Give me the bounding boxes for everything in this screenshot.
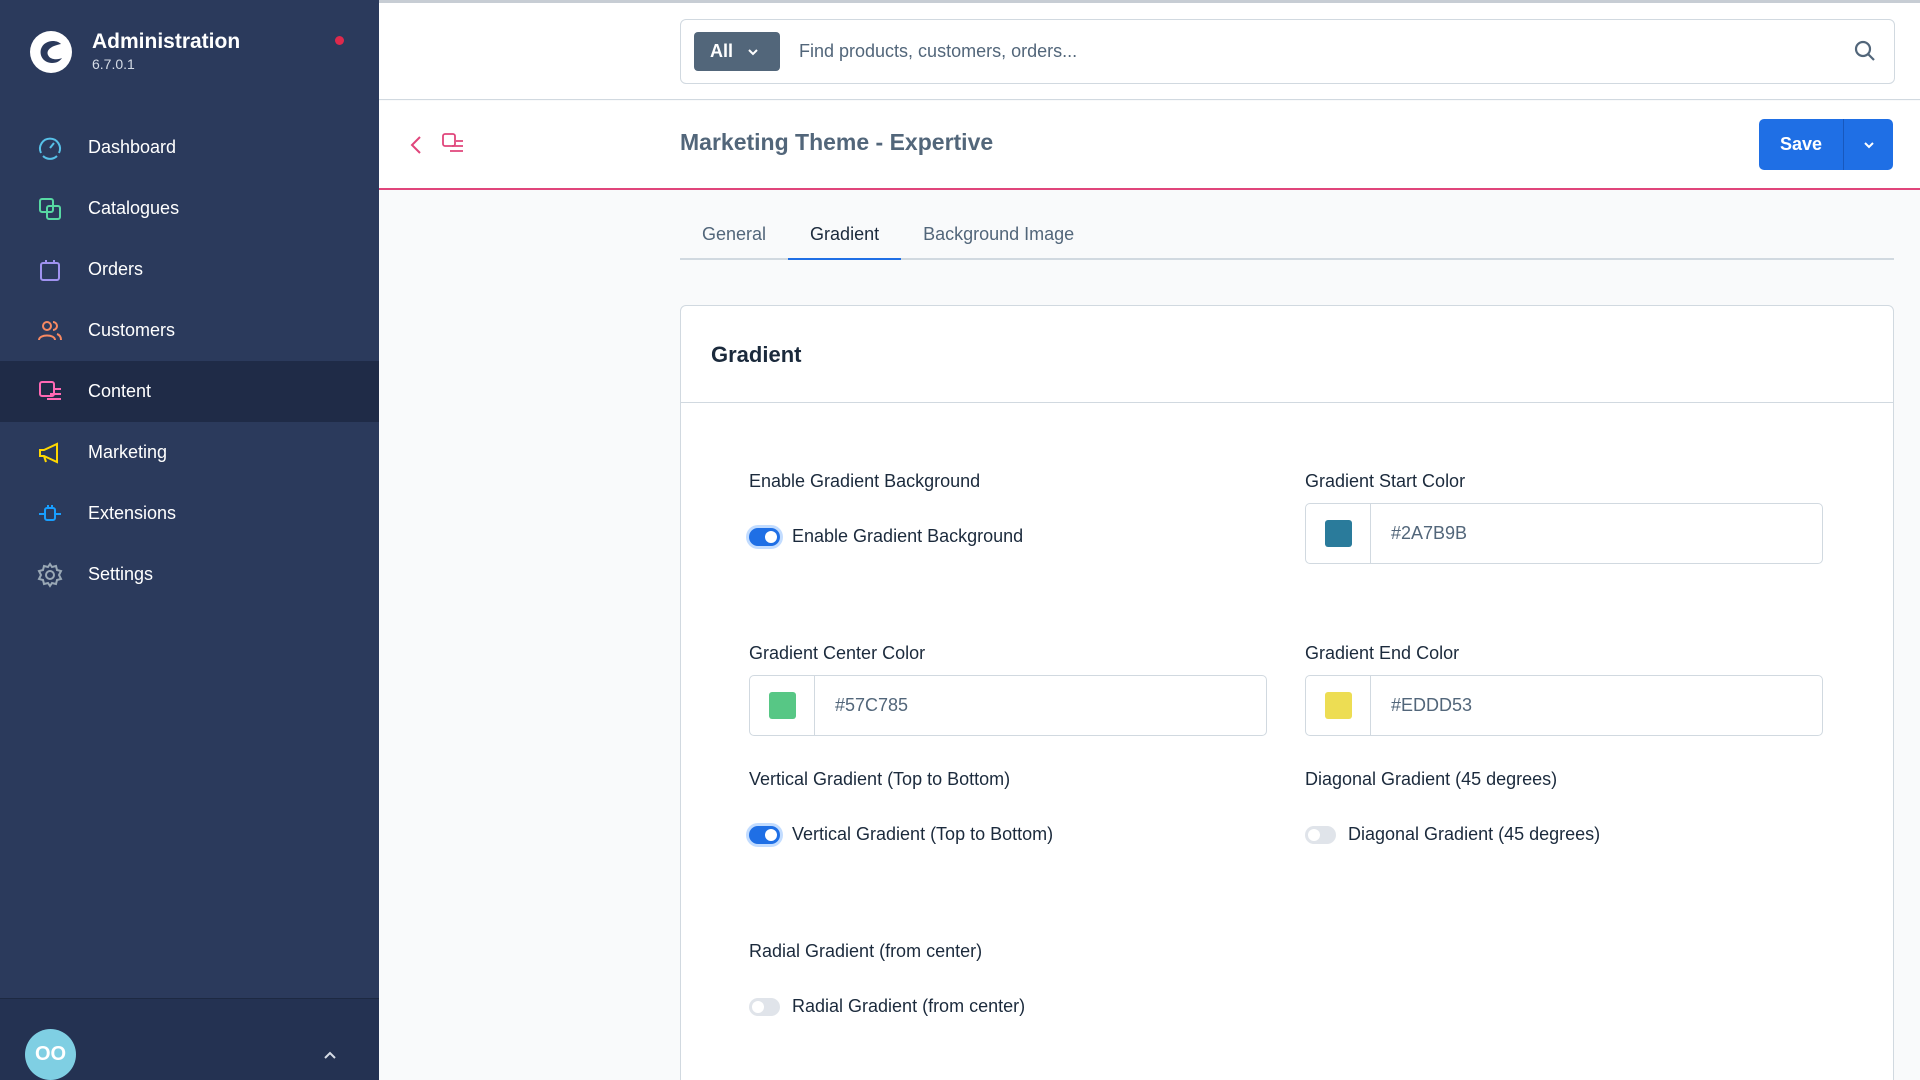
content-icon [36, 378, 64, 406]
save-options-button[interactable] [1843, 119, 1893, 170]
enable-gradient-label: Enable Gradient Background [749, 471, 981, 491]
radial-gradient-toggle[interactable] [749, 997, 780, 1016]
diagonal-gradient-toggle[interactable] [1305, 825, 1336, 844]
toggle-knob [752, 1000, 764, 1013]
toggle-knob [765, 530, 777, 543]
radial-gradient-label: Radial Gradient (from center) [749, 941, 983, 961]
search-input[interactable] [799, 30, 1799, 72]
marketing-icon [36, 439, 64, 467]
radial-gradient-switch-row: Radial Gradient (from center) [749, 996, 1025, 1017]
color-swatch-button[interactable] [1306, 504, 1371, 563]
page-title: Marketing Theme - Expertive [680, 129, 994, 155]
sidebar-footer: OO [0, 998, 379, 1080]
nav-item-marketing[interactable]: Marketing [0, 422, 379, 483]
radial-gradient-switch-label: Radial Gradient (from center) [792, 996, 1026, 1016]
app-title: Administration [92, 30, 241, 53]
end-color-field[interactable]: #EDDD53 [1305, 675, 1823, 736]
vertical-gradient-toggle[interactable] [749, 825, 780, 844]
sidebar: Administration 6.7.0.1 Dashboard Catalog… [0, 0, 379, 1080]
enable-gradient-toggle[interactable] [749, 527, 780, 546]
content-icon [442, 133, 463, 152]
diagonal-gradient-label: Diagonal Gradient (45 degrees) [1305, 769, 1558, 789]
nav-label: Settings [88, 564, 154, 584]
gradient-card: Gradient Enable Gradient Background Enab… [680, 305, 1894, 1080]
global-search: All [680, 19, 1895, 84]
color-swatch [768, 692, 796, 719]
nav-label: Marketing [88, 442, 168, 462]
end-color-value[interactable]: #EDDD53 [1371, 676, 1472, 735]
nav-label: Content [88, 381, 152, 401]
diagonal-gradient-switch-label: Diagonal Gradient (45 degrees) [1348, 824, 1601, 844]
color-swatch [1324, 520, 1352, 547]
chevron-up-icon[interactable] [322, 1047, 338, 1063]
dashboard-icon [36, 134, 64, 162]
shopware-logo-icon[interactable] [28, 30, 74, 74]
vertical-gradient-label: Vertical Gradient (Top to Bottom) [749, 769, 1011, 789]
search-type-label: All [710, 41, 734, 61]
customers-icon [36, 317, 64, 345]
color-swatch-button[interactable] [750, 676, 815, 735]
nav-item-catalogues[interactable]: Catalogues [0, 178, 379, 239]
search-type-select[interactable]: All [694, 32, 780, 71]
tab-general[interactable]: General [680, 214, 788, 260]
card-header: Gradient [681, 306, 1893, 403]
nav-label: Orders [88, 259, 144, 279]
nav-label: Dashboard [88, 137, 177, 157]
settings-icon [36, 561, 64, 589]
nav-label: Customers [88, 320, 176, 340]
main-nav: Dashboard Catalogues Orders Customers Co… [0, 117, 379, 605]
start-color-label: Gradient Start Color [1305, 471, 1466, 491]
orders-icon [36, 256, 64, 284]
tab-gradient[interactable]: Gradient [788, 214, 902, 260]
vertical-gradient-switch-row: Vertical Gradient (Top to Bottom) [749, 824, 1053, 845]
save-button[interactable]: Save [1759, 119, 1843, 170]
enable-gradient-switch-label: Enable Gradient Background [792, 526, 1024, 546]
tabs: General Gradient Background Image [680, 214, 1894, 260]
smart-bar: Marketing Theme - Expertive Save [379, 101, 1920, 190]
chevron-down-icon [1863, 141, 1874, 148]
brand: Administration 6.7.0.1 [0, 0, 379, 105]
nav-item-orders[interactable]: Orders [0, 239, 379, 300]
enable-gradient-switch-row: Enable Gradient Background [749, 526, 1023, 547]
app-version: 6.7.0.1 [92, 56, 135, 72]
notification-dot [335, 36, 344, 45]
start-color-value[interactable]: #2A7B9B [1371, 504, 1467, 563]
nav-item-content[interactable]: Content [0, 361, 379, 422]
top-bar: All [379, 0, 1920, 100]
catalogues-icon [36, 195, 64, 223]
diagonal-gradient-switch-row: Diagonal Gradient (45 degrees) [1305, 824, 1600, 845]
center-color-value[interactable]: #57C785 [815, 676, 908, 735]
start-color-field[interactable]: #2A7B9B [1305, 503, 1823, 564]
back-arrow-icon[interactable] [407, 134, 425, 156]
nav-item-customers[interactable]: Customers [0, 300, 379, 361]
chevron-down-icon [748, 48, 758, 55]
search-icon[interactable] [1854, 40, 1876, 62]
end-color-label: Gradient End Color [1305, 643, 1460, 663]
center-color-field[interactable]: #57C785 [749, 675, 1267, 736]
nav-item-settings[interactable]: Settings [0, 544, 379, 605]
nav-label: Extensions [88, 503, 177, 523]
extensions-icon [36, 500, 64, 528]
color-swatch [1324, 692, 1352, 719]
color-swatch-button[interactable] [1306, 676, 1371, 735]
nav-item-dashboard[interactable]: Dashboard [0, 117, 379, 178]
nav-item-extensions[interactable]: Extensions [0, 483, 379, 544]
tab-background-image[interactable]: Background Image [901, 214, 1096, 260]
vertical-gradient-switch-label: Vertical Gradient (Top to Bottom) [792, 824, 1054, 844]
center-color-label: Gradient Center Color [749, 643, 926, 663]
card-title: Gradient [711, 342, 802, 367]
save-button-group: Save [1759, 119, 1893, 170]
nav-label: Catalogues [88, 198, 180, 218]
avatar[interactable]: OO [25, 1029, 76, 1080]
toggle-knob [1308, 828, 1320, 841]
toggle-knob [765, 828, 777, 841]
